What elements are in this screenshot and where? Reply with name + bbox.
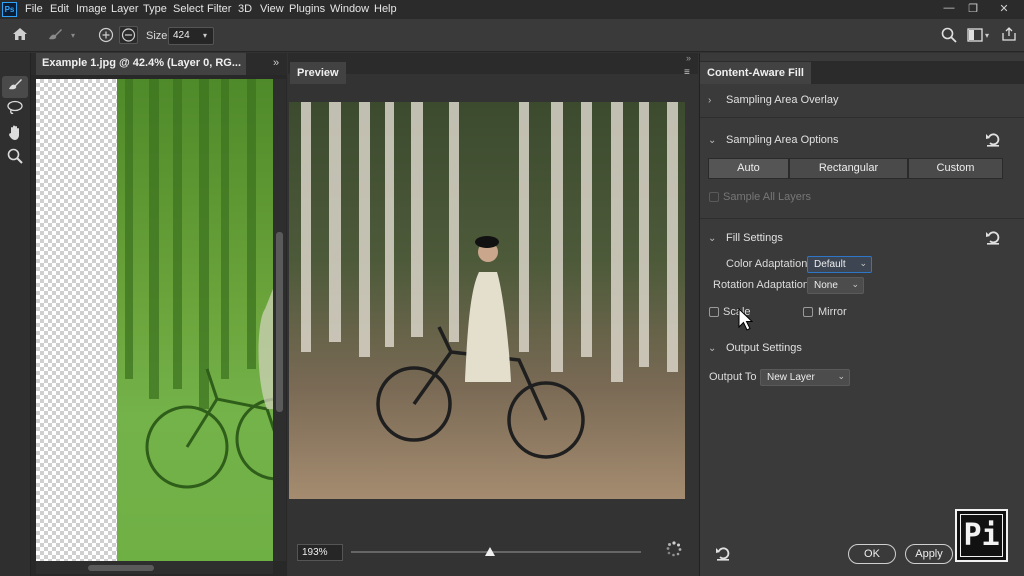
chevron-down-icon: ⌄ [837, 371, 845, 381]
reset-all-icon[interactable] [714, 545, 731, 564]
chevron-down-icon: ⌄ [851, 279, 859, 289]
photoshop-logo: Ps [2, 2, 17, 17]
sample-all-layers-label: Sample All Layers [723, 191, 812, 203]
mode-custom-button[interactable]: Custom [908, 158, 1003, 179]
share-icon[interactable] [1001, 26, 1017, 45]
menu-file[interactable]: File [25, 3, 43, 15]
rotation-adaptation-dropdown[interactable]: None ⌄ [807, 277, 864, 294]
menu-type[interactable]: Type [143, 3, 167, 15]
menu-edit[interactable]: Edit [50, 3, 69, 15]
chevron-down-icon: ⌄ [708, 135, 717, 146]
workspace-chevron-icon[interactable]: ▾ [985, 31, 989, 40]
chevron-down-icon: ⌄ [708, 343, 717, 354]
output-settings-section[interactable]: ⌄ Output Settings [708, 342, 802, 354]
zoom-slider-track[interactable] [351, 551, 641, 553]
sampling-options-label: Sampling Area Options [726, 134, 839, 146]
preview-tab-bar [288, 53, 698, 74]
zoom-slider-thumb[interactable] [485, 547, 496, 556]
menu-layer[interactable]: Layer [111, 3, 139, 15]
zoom-icon[interactable] [2, 148, 28, 170]
brush-tool[interactable] [2, 76, 28, 98]
watermark-logo: Pi [955, 509, 1008, 562]
apply-button[interactable]: Apply [905, 544, 953, 564]
sample-all-layers-checkbox[interactable] [709, 192, 719, 202]
sampling-overlay-section[interactable]: › Sampling Area Overlay [708, 94, 839, 106]
menu-window[interactable]: Window [330, 3, 369, 15]
chevron-down-icon[interactable]: ▾ [71, 31, 75, 40]
transparent-area [36, 79, 117, 561]
mode-auto-button[interactable]: Auto [708, 158, 789, 179]
brush-preset-icon[interactable] [46, 26, 64, 46]
caf-tab[interactable]: Content-Aware Fill [700, 62, 811, 84]
mirror-label: Mirror [818, 306, 847, 318]
search-icon[interactable] [941, 27, 957, 46]
horizontal-scrollbar[interactable] [36, 561, 273, 574]
divider [700, 117, 1024, 118]
lasso-icon[interactable] [2, 100, 28, 122]
color-adaptation-value: Default [814, 259, 846, 270]
color-adaptation-dropdown[interactable]: Default ⌄ [807, 256, 872, 273]
fill-settings-section[interactable]: ⌄ Fill Settings [708, 232, 783, 244]
output-settings-label: Output Settings [726, 342, 802, 354]
preview-image[interactable] [289, 102, 685, 499]
scale-checkbox[interactable] [709, 307, 719, 317]
rotation-adaptation-value: None [814, 280, 838, 291]
minimize-button[interactable]: — [940, 2, 958, 16]
workspace-icon[interactable] [967, 28, 983, 45]
output-to-value: New Layer [767, 372, 815, 383]
panel-collapse-icon[interactable]: » [273, 57, 279, 69]
close-button[interactable]: ✕ [995, 2, 1013, 16]
menu-3d[interactable]: 3D [238, 3, 252, 15]
subtract-from-selection-icon[interactable] [119, 26, 138, 44]
divider [700, 218, 1024, 219]
mirror-checkbox[interactable] [803, 307, 813, 317]
size-label: Size [146, 30, 168, 42]
rotation-adaptation-label: Rotation Adaptation [713, 279, 810, 291]
menu-help[interactable]: Help [374, 3, 397, 15]
watermark-text: Pi [960, 514, 1003, 557]
size-input[interactable]: 424 [168, 27, 214, 45]
menu-filter[interactable]: Filter [207, 3, 231, 15]
sampling-options-section[interactable]: ⌄ Sampling Area Options [708, 134, 839, 146]
vertical-scroll-thumb[interactable] [276, 232, 283, 412]
add-to-selection-icon[interactable] [98, 27, 114, 46]
size-chevron-icon[interactable]: ▾ [203, 31, 207, 40]
restore-button[interactable]: ❐ [964, 2, 982, 16]
sampling-overlay-label: Sampling Area Overlay [726, 94, 839, 106]
ok-button[interactable]: OK [848, 544, 896, 564]
output-to-dropdown[interactable]: New Layer ⌄ [760, 369, 850, 386]
menu-bar: Ps File Edit Image Layer Type Select Fil… [0, 0, 1024, 19]
document-tab[interactable]: Example 1.jpg @ 42.4% (Layer 0, RG... [36, 53, 246, 75]
panel-expand-icon[interactable]: » [686, 53, 691, 63]
overlay-image[interactable] [117, 79, 273, 561]
mouse-cursor-icon [738, 307, 754, 335]
chevron-down-icon: ⌄ [708, 233, 717, 244]
chevron-right-icon: › [708, 95, 712, 106]
panel-menu-icon[interactable]: ≡ [684, 67, 690, 78]
fill-settings-label: Fill Settings [726, 232, 783, 244]
color-adaptation-label: Color Adaptation [726, 258, 808, 270]
horizontal-scroll-thumb[interactable] [88, 565, 154, 571]
output-to-label: Output To [709, 371, 757, 383]
reset-fill-settings-icon[interactable] [984, 229, 1001, 249]
menu-image[interactable]: Image [76, 3, 107, 15]
loading-spinner-icon [666, 541, 682, 560]
home-icon[interactable] [11, 26, 29, 46]
chevron-down-icon: ⌄ [859, 258, 867, 268]
menu-plugins[interactable]: Plugins [289, 3, 325, 15]
menu-view[interactable]: View [260, 3, 284, 15]
menu-select[interactable]: Select [173, 3, 204, 15]
zoom-input[interactable]: 193% [297, 544, 343, 561]
reset-sampling-icon[interactable] [984, 131, 1001, 151]
mode-rectangular-button[interactable]: Rectangular [789, 158, 908, 179]
preview-tab[interactable]: Preview [290, 62, 346, 84]
hand-icon[interactable] [2, 124, 28, 146]
